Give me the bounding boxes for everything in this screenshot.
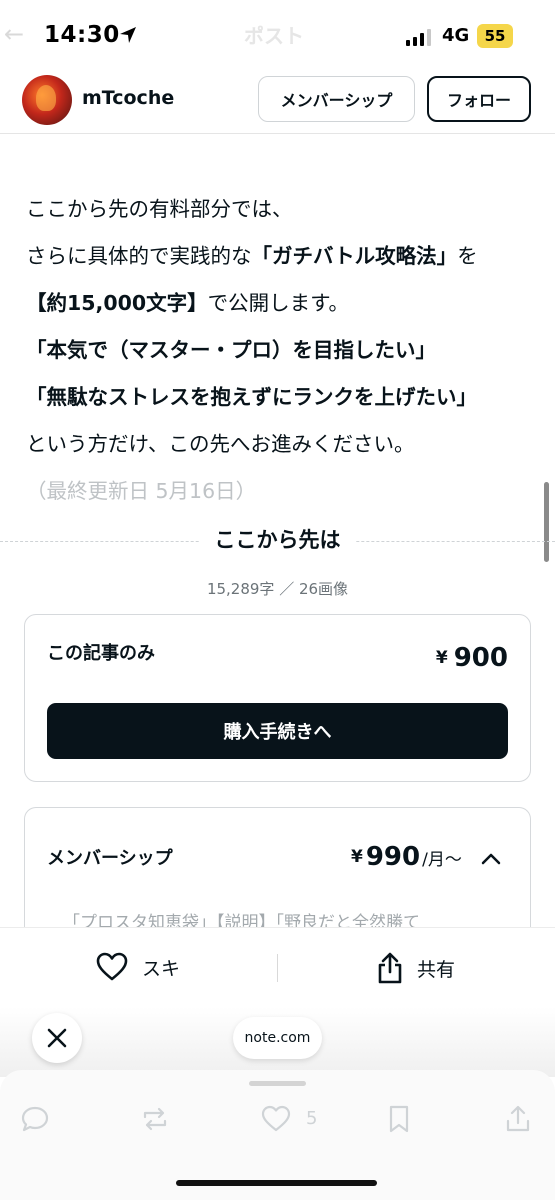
membership-title: メンバーシップ (47, 848, 173, 869)
reply-icon[interactable] (20, 1104, 50, 1134)
article-body: ここから先の有料部分では、 さらに具体的で実践的な「ガチバトル攻略法」を 【約1… (26, 186, 536, 515)
purchase-button[interactable]: 購入手続きへ (47, 703, 508, 759)
membership-button[interactable]: メンバーシップ (258, 76, 415, 122)
share-label: 共有 (417, 958, 456, 981)
bookmark-icon[interactable] (384, 1104, 414, 1134)
tweet-share-icon[interactable] (503, 1104, 533, 1134)
membership-price: ¥990/月〜 (351, 842, 462, 872)
chevron-up-icon[interactable] (480, 848, 502, 870)
location-arrow-icon (120, 27, 136, 43)
url-pill[interactable]: note.com (233, 1017, 322, 1059)
paywall-label: ここから先は (200, 524, 355, 554)
share-icon (378, 952, 402, 984)
article-line: 「本気で（マスター・プロ）を目指したい」 (26, 338, 436, 362)
repost-icon[interactable] (140, 1104, 170, 1134)
close-browser-button[interactable] (32, 1013, 82, 1063)
battery-indicator: 55 (477, 24, 513, 48)
status-time: 14:30 (44, 22, 120, 48)
article-line: という方だけ、この先へお進みください。 (26, 432, 415, 456)
sheet-grabber[interactable] (249, 1081, 306, 1086)
background-back-arrow: ← (4, 20, 25, 48)
single-purchase-title: この記事のみ (47, 643, 155, 664)
heart-icon (96, 952, 128, 981)
single-purchase-card: この記事のみ ¥900 購入手続きへ (24, 614, 531, 782)
author-name[interactable]: mTcoche (82, 87, 174, 109)
network-type: 4G (442, 25, 470, 46)
article-line: 【約15,000文字】で公開します。 (26, 291, 350, 315)
last-updated-text: （最終更新日 5月16日） (26, 479, 257, 503)
action-separator (277, 954, 278, 982)
like-button[interactable]: スキ (96, 952, 180, 982)
status-bar: ← 14:30 ポスト 4G 55 (0, 0, 555, 72)
share-button[interactable]: 共有 (377, 952, 455, 984)
like-label: スキ (142, 957, 181, 980)
tweet-like-count: 5 (306, 1108, 318, 1129)
article-line: さらに具体的で実践的な「ガチバトル攻略法」を (26, 244, 478, 268)
scrollbar-thumb[interactable] (544, 482, 549, 562)
follow-button[interactable]: フォロー (427, 76, 531, 122)
creator-header: mTcoche メンバーシップ フォロー (0, 72, 555, 134)
close-icon (47, 1028, 67, 1048)
tweet-like-icon[interactable] (261, 1104, 291, 1134)
background-page-title: ポスト (244, 24, 304, 48)
home-indicator[interactable] (176, 1180, 377, 1186)
article-action-bar: スキ 共有 (0, 927, 555, 1007)
article-line: 「無駄なストレスを抱えずにランクを上げたい」 (26, 385, 477, 409)
content-counts: 15,289字 ／ 26画像 (206, 580, 349, 598)
single-purchase-price: ¥900 (435, 643, 508, 673)
signal-strength-icon (406, 28, 431, 46)
article-line: ここから先の有料部分では、 (26, 197, 293, 221)
author-avatar[interactable] (22, 75, 72, 125)
